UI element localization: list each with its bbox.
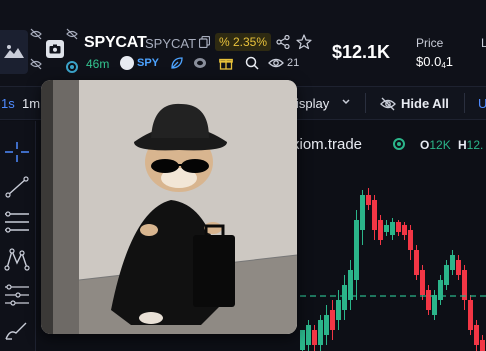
candle-body <box>402 225 407 235</box>
candle-body <box>390 222 395 235</box>
candle-body <box>324 315 329 335</box>
chart-source: xiom.trade <box>292 136 363 153</box>
candle-body <box>474 325 479 345</box>
candle-body <box>300 330 305 350</box>
candle-body <box>372 200 377 230</box>
candle-body <box>306 325 311 345</box>
candle-body <box>444 265 449 285</box>
candle-body <box>420 270 425 295</box>
candle-body <box>366 195 371 205</box>
source-status-dot <box>393 138 405 150</box>
candle-body <box>384 225 389 232</box>
candle-body <box>396 222 401 232</box>
candle-body <box>426 290 431 310</box>
candle-body <box>360 195 365 230</box>
candle-body <box>342 285 347 310</box>
candle-body <box>378 220 383 240</box>
cat-photo <box>41 80 297 334</box>
token-image-preview <box>41 80 297 334</box>
candle-body <box>408 230 413 250</box>
candle-body <box>480 340 485 351</box>
candle-body <box>456 260 461 275</box>
candle-body <box>354 220 359 280</box>
candle-body <box>432 295 437 315</box>
candle-body <box>330 310 335 330</box>
candle-body <box>468 300 473 330</box>
candle-body <box>336 300 341 320</box>
candle-body <box>318 320 323 345</box>
candle-body <box>414 250 419 275</box>
ohlc-open: O12K <box>420 138 451 152</box>
ohlc-high: H12. <box>458 138 484 152</box>
candle-body <box>450 255 455 270</box>
candle-body <box>312 330 317 345</box>
candle-body <box>438 280 443 300</box>
